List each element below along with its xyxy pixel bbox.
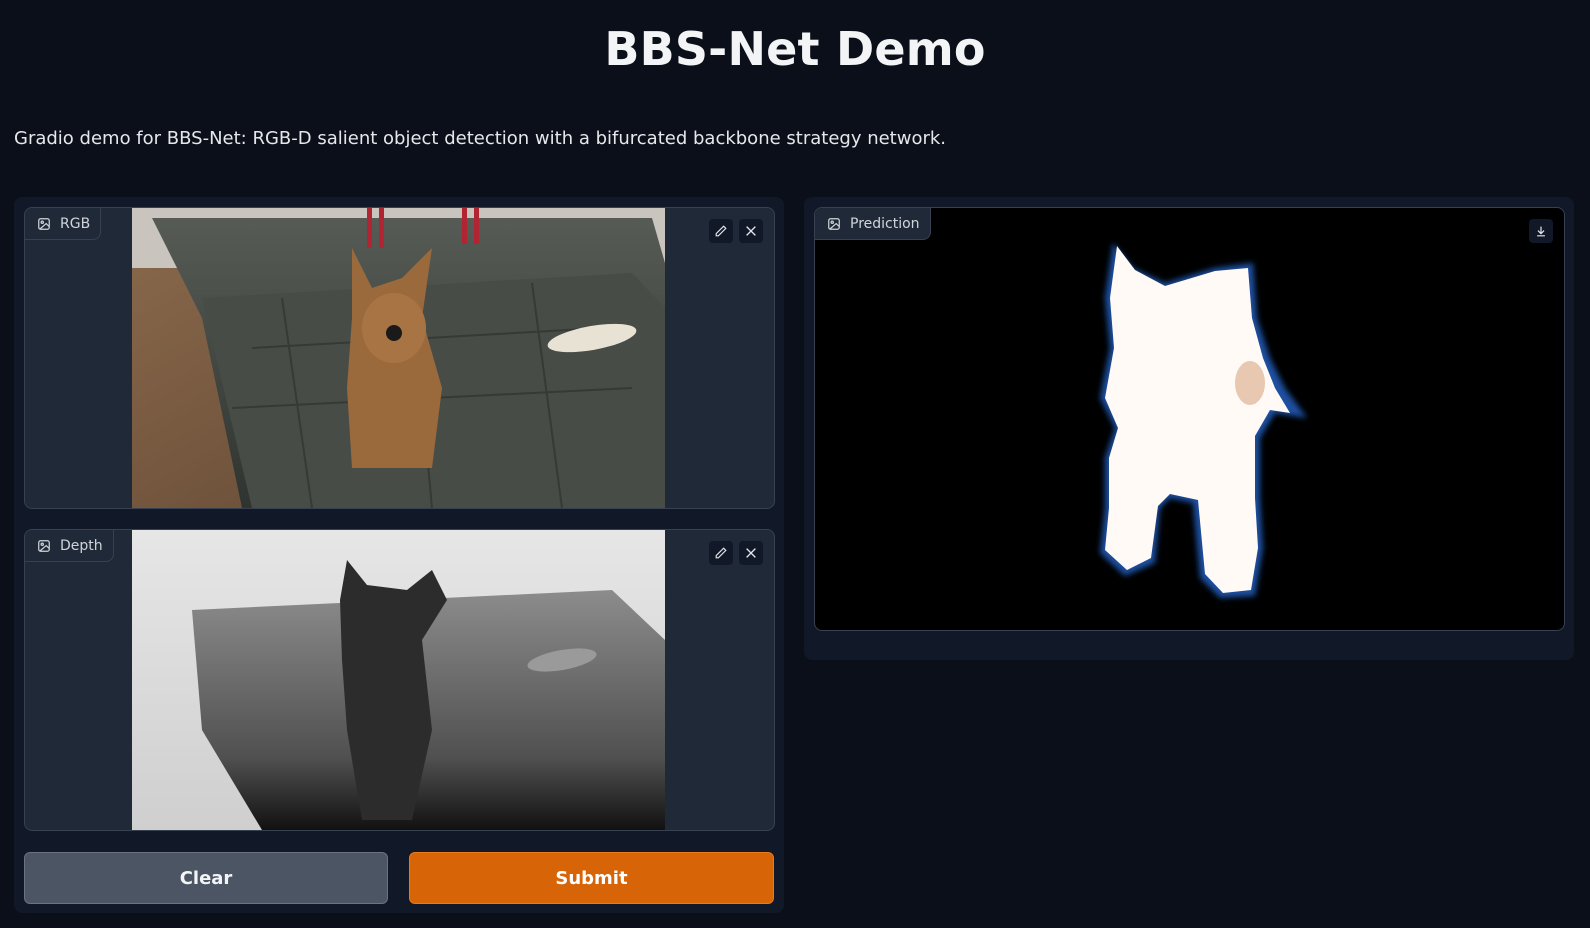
prediction-label: Prediction bbox=[850, 215, 920, 232]
image-icon bbox=[37, 217, 51, 231]
app-root: BBS-Net Demo Gradio demo for BBS-Net: RG… bbox=[0, 0, 1590, 928]
download-icon[interactable] bbox=[1529, 219, 1553, 243]
clear-button[interactable]: Clear bbox=[24, 852, 388, 904]
page-description: Gradio demo for BBS-Net: RGB-D salient o… bbox=[14, 128, 947, 149]
image-icon bbox=[37, 539, 51, 553]
submit-button[interactable]: Submit bbox=[409, 852, 774, 904]
prediction-image-output: Prediction bbox=[814, 207, 1565, 631]
rgb-toolbar bbox=[709, 219, 763, 243]
rgb-label: RGB bbox=[60, 215, 91, 232]
close-icon[interactable] bbox=[739, 541, 763, 565]
prediction-label-badge: Prediction bbox=[815, 208, 931, 240]
depth-image bbox=[132, 530, 665, 830]
close-icon[interactable] bbox=[739, 219, 763, 243]
image-icon bbox=[827, 217, 841, 231]
pencil-icon[interactable] bbox=[709, 541, 733, 565]
prediction-toolbar bbox=[1529, 219, 1553, 243]
rgb-image-input[interactable]: RGB bbox=[24, 207, 775, 509]
prediction-mask-image bbox=[1100, 243, 1307, 598]
depth-toolbar bbox=[709, 541, 763, 565]
pencil-icon[interactable] bbox=[709, 219, 733, 243]
depth-label-badge: Depth bbox=[25, 530, 114, 562]
rgb-image bbox=[132, 208, 665, 508]
depth-image-input[interactable]: Depth bbox=[24, 529, 775, 831]
page-title: BBS-Net Demo bbox=[604, 22, 986, 76]
depth-label: Depth bbox=[60, 537, 103, 554]
rgb-label-badge: RGB bbox=[25, 208, 102, 240]
